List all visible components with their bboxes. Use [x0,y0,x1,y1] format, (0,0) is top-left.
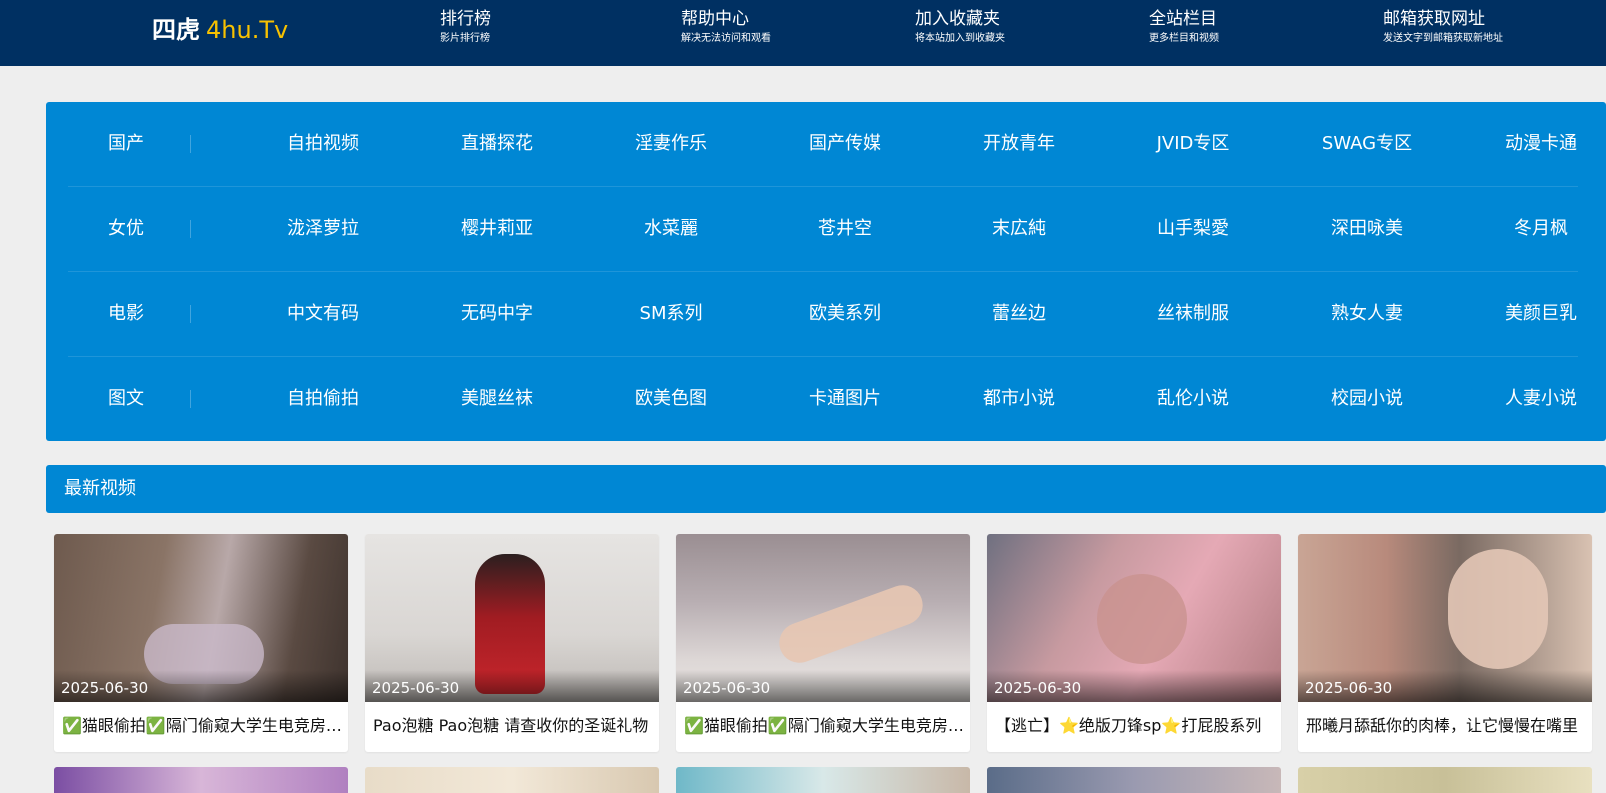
category-link[interactable]: 美颜巨乳 [1454,272,1606,356]
video-thumbnail[interactable]: 2025-06-30 [1298,534,1592,702]
video-thumbnail[interactable] [54,767,348,793]
video-thumbnail[interactable] [987,767,1281,793]
logo-en-text: 4hu.Tv [206,16,289,44]
site-logo[interactable]: 四虎 4hu.Tv [152,10,288,45]
latest-videos-header: 最新视频 [46,465,1606,513]
video-title[interactable]: ✅猫眼偷拍✅隔门偷窥大学生电竞房摄像头 [684,714,964,738]
category-link[interactable]: 美腿丝袜 [410,357,584,441]
video-thumbnail[interactable]: 2025-06-30 [676,534,970,702]
category-link[interactable]: 都市小说 [932,357,1106,441]
category-link[interactable]: 开放青年 [932,102,1106,186]
nav-item-label: 加入收藏夹 [915,9,1000,29]
category-link[interactable]: 欧美系列 [758,272,932,356]
nav-item-sublabel: 影片排行榜 [440,33,490,44]
video-thumbnail[interactable]: 2025-06-30 [365,534,659,702]
category-link[interactable]: 淫妻作乐 [584,102,758,186]
video-date: 2025-06-30 [1305,679,1393,697]
video-date: 2025-06-30 [372,679,460,697]
category-link[interactable]: 深田咏美 [1280,187,1454,271]
logo-cn-text: 四虎 [152,16,200,44]
video-card[interactable]: 2025-06-30 【逃亡】⭐绝版刀锋sp⭐打屁股系列 [987,534,1281,752]
category-label[interactable]: 国产 [108,102,168,186]
top-navbar: 四虎 4hu.Tv 排行榜 影片排行榜 帮助中心 解决无法访问和观看 加入收藏夹 … [0,0,1606,66]
video-card[interactable] [676,767,970,793]
video-thumbnail[interactable]: 2025-06-30 [987,534,1281,702]
category-link[interactable]: 人妻小说 [1454,357,1606,441]
video-card[interactable] [987,767,1281,793]
category-link[interactable]: 中文有码 [236,272,410,356]
video-date: 2025-06-30 [61,679,149,697]
video-card[interactable]: 2025-06-30 ✅猫眼偷拍✅隔门偷窥大学生电竞房摄像头 [676,534,970,752]
video-card[interactable]: 2025-06-30 Pao泡糖 Pao泡糖 请查收你的圣诞礼物 [365,534,659,752]
video-date: 2025-06-30 [994,679,1082,697]
video-date: 2025-06-30 [683,679,771,697]
video-thumbnail[interactable]: 2025-06-30 [54,534,348,702]
category-link[interactable]: 动漫卡通 [1454,102,1606,186]
category-link[interactable]: JVID专区 [1106,102,1280,186]
video-card[interactable]: 2025-06-30 邢曦月舔舐你的肉棒，让它慢慢在嘴里 [1298,534,1592,752]
video-thumbnail[interactable] [365,767,659,793]
video-title[interactable]: ✅猫眼偷拍✅隔门偷窥大学生电竞房摄像头 [62,714,342,738]
category-divider [190,390,191,408]
category-link[interactable]: 直播探花 [410,102,584,186]
category-label[interactable]: 电影 [108,272,168,356]
category-link[interactable]: 自拍视频 [236,102,410,186]
category-panel: 国产 自拍视频 直播探花 淫妻作乐 国产传媒 开放青年 JVID专区 SWAG专… [46,102,1606,441]
video-thumbnail[interactable] [676,767,970,793]
category-link[interactable]: 丝袜制服 [1106,272,1280,356]
category-link[interactable]: 蕾丝边 [932,272,1106,356]
category-label[interactable]: 图文 [108,357,168,441]
nav-item-all-sections[interactable]: 全站栏目 更多栏目和视频 [1149,8,1349,48]
nav-item-sublabel: 更多栏目和视频 [1149,33,1219,44]
video-title[interactable]: 【逃亡】⭐绝版刀锋sp⭐打屁股系列 [995,714,1275,738]
nav-item-bookmark[interactable]: 加入收藏夹 将本站加入到收藏夹 [915,8,1115,48]
nav-item-help[interactable]: 帮助中心 解决无法访问和观看 [681,8,881,48]
category-link[interactable]: 乱伦小说 [1106,357,1280,441]
nav-item-sublabel: 解决无法访问和观看 [681,33,771,44]
category-link[interactable]: 校园小说 [1280,357,1454,441]
category-link[interactable]: 无码中字 [410,272,584,356]
category-link[interactable]: 卡通图片 [758,357,932,441]
category-link[interactable]: SWAG专区 [1280,102,1454,186]
category-row: 女优 泷泽萝拉 樱井莉亚 水菜麗 苍井空 末広純 山手梨愛 深田咏美 冬月枫 [68,187,1578,272]
video-card[interactable] [1298,767,1592,793]
category-link[interactable]: 冬月枫 [1454,187,1606,271]
category-link[interactable]: 熟女人妻 [1280,272,1454,356]
category-link[interactable]: 国产传媒 [758,102,932,186]
category-link[interactable]: 樱井莉亚 [410,187,584,271]
category-divider [190,135,191,153]
video-title[interactable]: 邢曦月舔舐你的肉棒，让它慢慢在嘴里 [1306,714,1586,738]
category-link[interactable]: 泷泽萝拉 [236,187,410,271]
nav-item-label: 全站栏目 [1149,9,1217,29]
video-card[interactable]: 2025-06-30 ✅猫眼偷拍✅隔门偷窥大学生电竞房摄像头 [54,534,348,752]
video-title[interactable]: Pao泡糖 Pao泡糖 请查收你的圣诞礼物 [373,714,653,738]
nav-item-sublabel: 将本站加入到收藏夹 [915,33,1005,44]
video-card[interactable] [365,767,659,793]
category-link[interactable]: 末広純 [932,187,1106,271]
category-row: 国产 自拍视频 直播探花 淫妻作乐 国产传媒 开放青年 JVID专区 SWAG专… [68,102,1578,187]
nav-item-label: 邮箱获取网址 [1383,9,1485,29]
category-link[interactable]: 自拍偷拍 [236,357,410,441]
category-link[interactable]: 山手梨愛 [1106,187,1280,271]
category-row: 图文 自拍偷拍 美腿丝袜 欧美色图 卡通图片 都市小说 乱伦小说 校园小说 人妻… [68,357,1578,442]
nav-item-email[interactable]: 邮箱获取网址 发送文字到邮箱获取新地址 [1383,8,1583,48]
category-link[interactable]: 苍井空 [758,187,932,271]
nav-item-ranking[interactable]: 排行榜 影片排行榜 [440,8,640,48]
category-link[interactable]: SM系列 [584,272,758,356]
video-card[interactable] [54,767,348,793]
category-label[interactable]: 女优 [108,187,168,271]
section-title: 最新视频 [64,478,136,499]
category-row: 电影 中文有码 无码中字 SM系列 欧美系列 蕾丝边 丝袜制服 熟女人妻 美颜巨… [68,272,1578,357]
nav-item-label: 帮助中心 [681,9,749,29]
category-divider [190,305,191,323]
category-divider [190,220,191,238]
category-link[interactable]: 水菜麗 [584,187,758,271]
category-link[interactable]: 欧美色图 [584,357,758,441]
video-thumbnail[interactable] [1298,767,1592,793]
nav-item-label: 排行榜 [440,9,491,29]
nav-item-sublabel: 发送文字到邮箱获取新地址 [1383,33,1503,44]
